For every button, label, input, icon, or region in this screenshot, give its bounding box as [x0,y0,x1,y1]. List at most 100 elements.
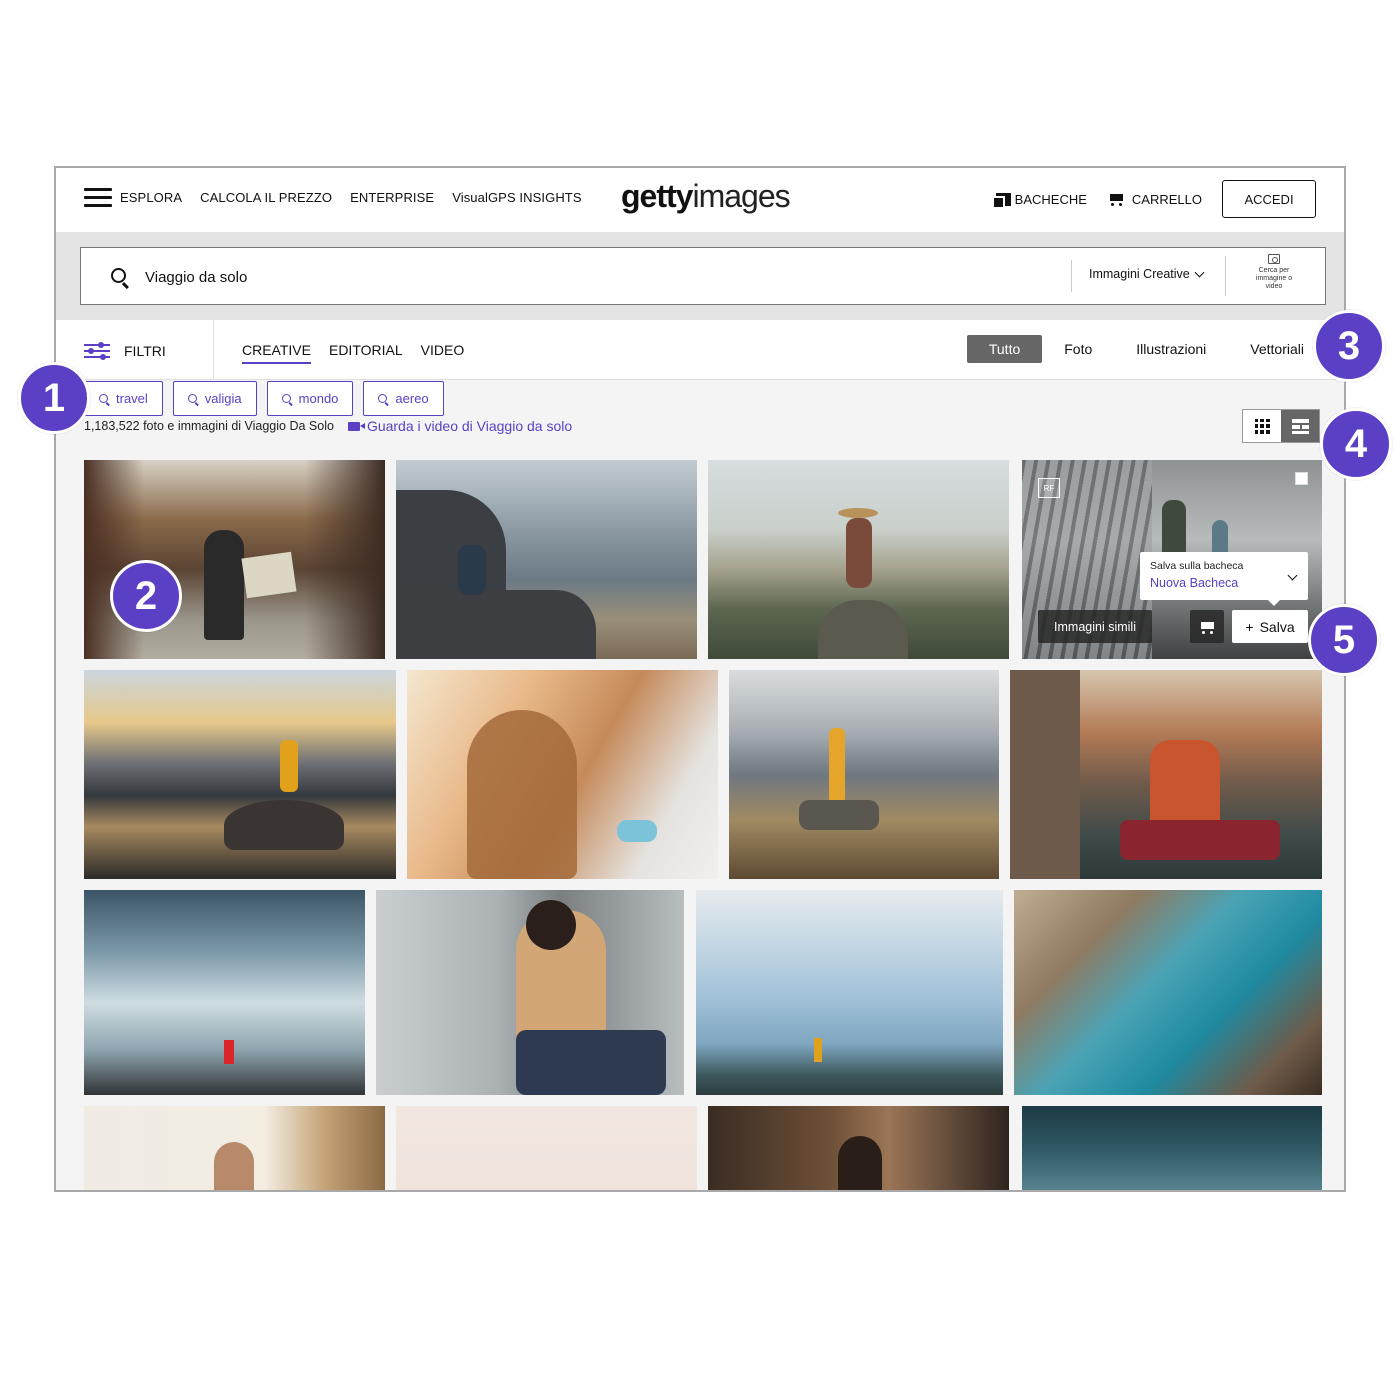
image-result[interactable] [407,670,718,879]
image-result[interactable] [84,460,385,659]
video-camera-icon [347,421,360,431]
nav-link-calcola-prezzo[interactable]: CALCOLA IL PREZZO [200,190,332,205]
chip-valigia[interactable]: valigia [172,381,257,416]
search-box: Immagini Creative Cerca per immagine o v… [80,247,1326,305]
callout-3: 3 [1313,310,1385,382]
logo-light-text: images [692,178,790,214]
save-button[interactable]: + Salva [1232,610,1308,643]
grid-icon [1254,418,1270,434]
nav-right: BACHECHE CARRELLO ACCEDI [993,180,1316,218]
tab-creative[interactable]: CREATIVE [242,342,311,364]
camera-icon [1268,254,1280,264]
image-result[interactable] [708,460,1009,659]
chip-travel[interactable]: travel [84,381,163,416]
image-result[interactable] [376,890,684,1095]
boards-label: BACHECHE [1014,191,1087,207]
filters-button[interactable]: FILTRI [84,342,166,360]
chip-label: travel [116,391,148,406]
search-band: Immagini Creative Cerca per immagine o v… [56,232,1344,320]
nav-links: ESPLORA CALCOLA IL PREZZO ENTERPRISE Vis… [120,190,582,205]
search-icon [99,394,108,403]
image-result[interactable] [696,890,1003,1095]
media-type-tutto[interactable]: Tutto [966,335,1043,363]
tab-editorial[interactable]: EDITORIAL [329,342,403,364]
chip-aereo[interactable]: aereo [363,381,444,416]
video-link-label: Guarda i video di Viaggio da solo [366,418,573,434]
chip-label: mondo [298,391,339,406]
save-label: Salva [1259,618,1295,635]
media-type-vettoriali[interactable]: Vettoriali [1250,341,1304,357]
callout-1: 1 [18,362,90,434]
content-type-select[interactable]: Immagini Creative [1089,267,1205,281]
content-type-label: Immagini Creative [1089,267,1190,281]
related-search-chips: travel valigia mondo aereo [84,381,444,416]
chevron-down-icon [1194,267,1205,277]
image-hover-overlay: RF Salva sulla bacheca Nuova Bacheca Imm… [1022,460,1322,659]
divider [213,320,214,380]
menu-icon[interactable] [84,188,112,208]
search-input[interactable] [145,262,1045,292]
nav-link-enterprise[interactable]: ENTERPRISE [350,190,434,205]
nav-link-visualgps[interactable]: VisualGPS INSIGHTS [452,190,581,205]
cart-icon [1107,192,1125,206]
add-to-cart-button[interactable] [1190,610,1224,643]
grid-view-button[interactable] [1243,410,1281,442]
search-icon[interactable] [111,268,126,283]
gettyimages-logo[interactable]: gettyimages [621,178,791,215]
image-result[interactable] [396,460,697,659]
mosaic-view-button[interactable] [1281,410,1319,442]
nav-link-esplora[interactable]: ESPLORA [120,190,182,205]
image-result[interactable] [396,1106,697,1190]
mosaic-icon [1291,418,1309,434]
divider [1225,256,1226,296]
filters-label: FILTRI [124,343,166,359]
cart-icon [1198,620,1216,634]
divider [1071,260,1072,292]
image-search-label: immagine o [1255,275,1293,282]
image-result[interactable] [84,890,365,1095]
image-result[interactable] [1014,890,1322,1095]
image-result[interactable] [729,670,999,879]
chip-label: aereo [395,391,429,406]
media-type-illustrazioni[interactable]: Illustrazioni [1136,341,1206,357]
browser-frame: ESPLORA CALCOLA IL PREZZO ENTERPRISE Vis… [54,166,1346,1192]
filter-sliders-icon [84,342,110,360]
result-count: 1,183,522 foto e immagini di Viaggio Da … [84,419,334,433]
image-result[interactable] [1022,1106,1322,1190]
select-checkbox[interactable] [1295,472,1308,485]
board-select-label: Salva sulla bacheca [1150,560,1244,572]
search-icon [187,394,197,403]
callout-4: 4 [1320,408,1392,480]
callout-5: 5 [1308,604,1380,676]
board-select-value: Nuova Bacheca [1150,576,1239,590]
signin-button[interactable]: ACCEDI [1222,180,1316,218]
image-result[interactable] [1010,670,1322,879]
chip-mondo[interactable]: mondo [266,381,354,416]
cart-link[interactable]: CARRELLO [1107,192,1202,207]
royalty-free-badge: RF [1038,478,1060,498]
search-icon [281,394,291,403]
boards-icon [993,193,1011,207]
view-toggle [1242,409,1320,443]
image-result[interactable] [84,670,396,879]
media-type-filter: Tutto Foto Illustrazioni Vettoriali [966,335,1304,363]
plus-icon: + [1245,618,1254,635]
chip-label: valigia [204,391,242,406]
boards-link[interactable]: BACHECHE [993,191,1087,207]
image-search-label: Cerca per [1258,267,1290,274]
license-tabs: CREATIVE EDITORIAL VIDEO [242,342,464,364]
image-search-button[interactable]: Cerca per immagine o video [1249,254,1299,291]
tab-video[interactable]: VIDEO [421,342,465,364]
logo-bold-text: getty [621,178,693,214]
image-result[interactable] [84,1106,385,1190]
callout-2: 2 [110,560,182,632]
similar-images-button[interactable]: Immagini simili [1038,610,1152,643]
top-nav: ESPLORA CALCOLA IL PREZZO ENTERPRISE Vis… [56,168,1344,232]
video-results-link[interactable]: Guarda i video di Viaggio da solo [347,418,573,434]
cart-label: CARRELLO [1131,191,1202,207]
board-select[interactable]: Salva sulla bacheca Nuova Bacheca [1140,552,1308,606]
image-result[interactable] [708,1106,1009,1190]
filter-row: FILTRI CREATIVE EDITORIAL VIDEO Tutto Fo… [56,320,1344,380]
media-type-foto[interactable]: Foto [1064,341,1092,357]
image-search-label: video [1265,283,1283,290]
